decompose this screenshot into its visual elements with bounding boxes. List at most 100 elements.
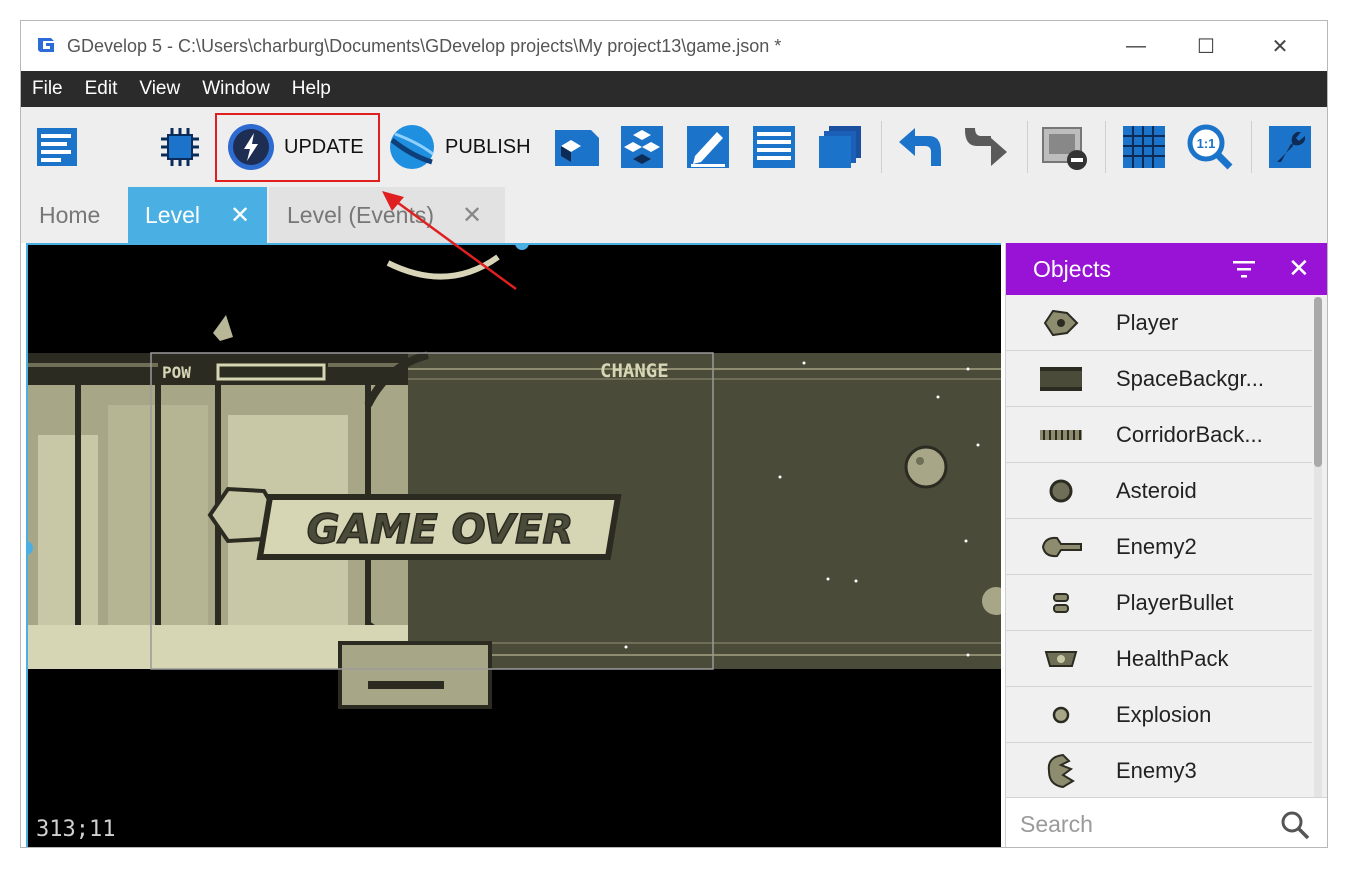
object-list: Player SpaceBackgr... CorridorBack... As… — [1006, 295, 1312, 795]
menu-bar: File Edit View Window Help — [21, 71, 1327, 107]
publish-button[interactable]: PUBLISH — [387, 119, 531, 175]
minimize-icon: — — [1126, 34, 1146, 57]
redo-icon — [965, 128, 1007, 166]
list-item[interactable]: Player — [1006, 295, 1312, 351]
object-list-scrollbar[interactable] — [1314, 297, 1322, 797]
object-name: Enemy2 — [1116, 533, 1197, 559]
list-item[interactable]: CorridorBack... — [1006, 407, 1312, 463]
corridor-background-icon — [1040, 429, 1082, 440]
project-manager-icon — [37, 128, 77, 166]
objects-panel-title: Objects — [1033, 255, 1111, 282]
title-bar: GDevelop 5 - C:\Users\charburg\Documents… — [21, 21, 1327, 71]
maximize-button[interactable]: ☐ — [1183, 29, 1229, 63]
publish-label: PUBLISH — [445, 135, 531, 158]
toolbar-separator — [1027, 121, 1028, 173]
tab-home[interactable]: Home — [21, 187, 127, 243]
window-title: GDevelop 5 - C:\Users\charburg\Documents… — [67, 36, 782, 56]
gdevelop-logo-icon — [38, 38, 54, 52]
menu-edit[interactable]: Edit — [74, 71, 129, 107]
zoom-reset-button[interactable]: 1:1 — [1185, 119, 1235, 175]
undo-button[interactable] — [895, 119, 945, 175]
object-name: SpaceBackgr... — [1116, 365, 1264, 391]
hud-change-label: CHANGE — [600, 360, 669, 382]
svg-text:1:1: 1:1 — [1197, 136, 1216, 151]
update-label: UPDATE — [284, 135, 364, 158]
scene-render: POW CHANGE GAME OVER — [28, 254, 1001, 709]
object-name: HealthPack — [1116, 645, 1229, 671]
project-manager-button[interactable] — [33, 119, 83, 175]
player-ship-icon — [1043, 309, 1079, 336]
preferences-wrench-icon — [1269, 126, 1311, 168]
debugger-icon — [161, 128, 199, 166]
layers-button[interactable] — [617, 119, 667, 175]
layers-stack-button[interactable] — [815, 119, 865, 175]
cursor-coordinates: 313;11 — [36, 817, 116, 842]
publish-icon — [390, 125, 434, 169]
toolbar-separator — [881, 121, 882, 173]
annotation-arrow — [382, 191, 517, 291]
objects-panel: Objects ✕ Player SpaceBackgr... Corridor… — [1005, 243, 1327, 847]
list-item[interactable]: Enemy2 — [1006, 519, 1312, 575]
app-window: GDevelop 5 - C:\Users\charburg\Documents… — [20, 20, 1328, 848]
debugger-button[interactable] — [155, 119, 205, 175]
layers-stack-icon — [819, 126, 861, 168]
search-input[interactable] — [1020, 806, 1270, 842]
preview-disabled-icon — [1042, 127, 1087, 170]
editor-tabs: Home Level ✕ Level (Events) ✕ — [21, 187, 1327, 243]
objects-panel-header: Objects ✕ — [1006, 243, 1327, 295]
object-name: CorridorBack... — [1116, 421, 1263, 447]
instances-list-button[interactable] — [749, 119, 799, 175]
search-icon[interactable] — [1280, 810, 1310, 840]
menu-view[interactable]: View — [128, 71, 191, 107]
menu-file[interactable]: File — [21, 71, 74, 107]
close-window-button[interactable]: ✕ — [1257, 29, 1303, 63]
preferences-button[interactable] — [1265, 119, 1315, 175]
list-item[interactable]: Explosion — [1006, 687, 1312, 743]
space-background-icon — [1040, 366, 1082, 391]
zoom-reset-icon: 1:1 — [1187, 124, 1233, 170]
instances-list-icon — [753, 126, 795, 168]
object-groups-icon — [555, 130, 599, 166]
maximize-icon: ☐ — [1197, 35, 1215, 58]
menu-help[interactable]: Help — [281, 71, 342, 107]
object-search-box — [1006, 797, 1327, 847]
close-icon[interactable]: ✕ — [1288, 253, 1310, 284]
list-item[interactable]: HealthPack — [1006, 631, 1312, 687]
grid-button[interactable] — [1119, 119, 1169, 175]
close-icon[interactable]: ✕ — [230, 201, 250, 230]
enemy2-icon — [1041, 536, 1082, 557]
scene-canvas[interactable]: POW CHANGE GAME OVER 313;11 — [26, 243, 1001, 847]
asteroid-icon — [1049, 479, 1073, 502]
filter-icon[interactable] — [1232, 259, 1256, 279]
menu-window[interactable]: Window — [191, 71, 281, 107]
undo-icon — [899, 128, 941, 166]
explosion-icon — [1052, 706, 1070, 723]
layers-icon — [621, 126, 663, 168]
list-item[interactable]: Asteroid — [1006, 463, 1312, 519]
list-item[interactable]: SpaceBackgr... — [1006, 351, 1312, 407]
preview-disabled-button[interactable] — [1039, 119, 1089, 175]
scrollbar-thumb[interactable] — [1314, 297, 1322, 467]
redo-button[interactable] — [961, 119, 1011, 175]
minimize-button[interactable]: — — [1113, 29, 1159, 63]
properties-edit-icon — [687, 126, 729, 168]
toolbar-separator — [1105, 121, 1106, 173]
list-item[interactable]: PlayerBullet — [1006, 575, 1312, 631]
tab-label: Level — [145, 201, 200, 228]
close-icon: ✕ — [1271, 35, 1289, 58]
update-button[interactable]: UPDATE — [226, 119, 364, 175]
grid-icon — [1123, 126, 1165, 168]
object-name: Asteroid — [1116, 477, 1197, 503]
object-name: Enemy3 — [1116, 757, 1197, 783]
list-item[interactable]: Enemy3 — [1006, 743, 1312, 795]
toolbar: UPDATE PUBLISH 1:1 — [21, 107, 1327, 187]
tab-level[interactable]: Level ✕ — [128, 187, 267, 243]
toolbar-separator — [1251, 121, 1252, 173]
properties-edit-button[interactable] — [683, 119, 733, 175]
health-pack-icon — [1044, 650, 1078, 667]
game-over-text: GAME OVER — [307, 507, 574, 553]
tab-label: Home — [39, 201, 101, 228]
enemy3-icon — [1047, 753, 1075, 788]
object-groups-button[interactable] — [551, 119, 601, 175]
player-bullet-icon — [1053, 592, 1069, 613]
